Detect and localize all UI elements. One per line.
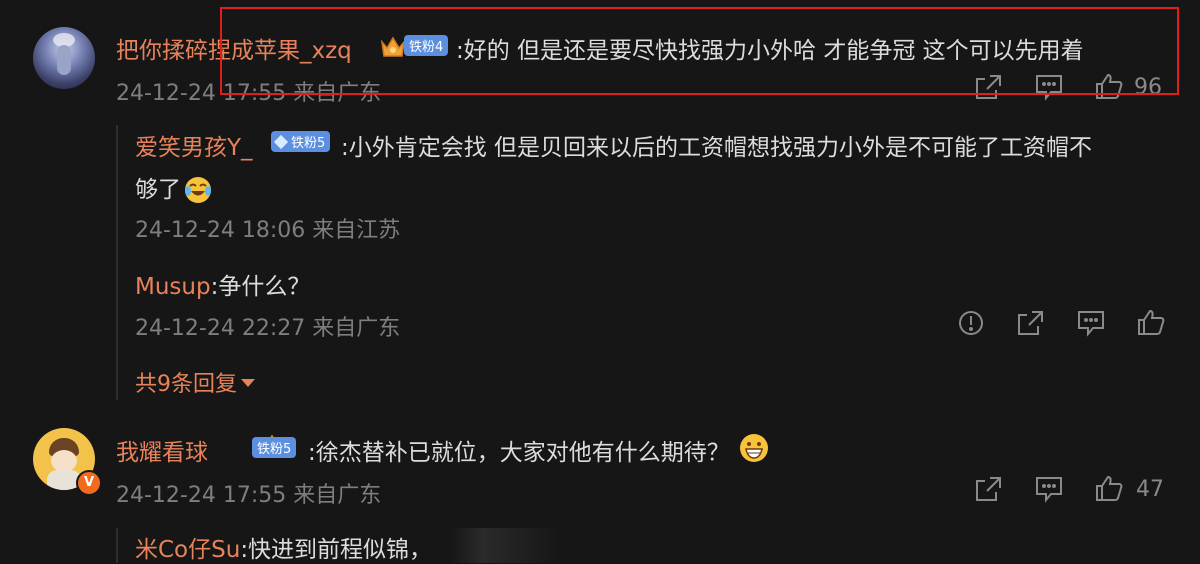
like-icon[interactable] — [1136, 308, 1166, 336]
comment-text: :徐杰替补已就位，大家对他有什么期待？ — [308, 433, 770, 473]
like-icon[interactable] — [1094, 474, 1124, 502]
reply-line: 米Co仔Su:快进到前程似锦， — [135, 530, 432, 564]
share-icon[interactable] — [1016, 309, 1046, 337]
fan-badge: 铁粉5 — [252, 437, 297, 458]
comment-username[interactable]: 我耀看球 — [116, 433, 208, 467]
reply-username[interactable]: 米Co仔Su — [135, 537, 240, 563]
reply-timestamp: 24-12-24 18:06 来自江苏 — [135, 218, 401, 243]
emoji-grin — [738, 432, 770, 470]
reply-username[interactable]: Musup — [135, 274, 211, 300]
comment-icon[interactable] — [1034, 475, 1064, 503]
fan-badge: 铁粉5 — [271, 131, 331, 152]
verified-badge-icon: V — [76, 470, 102, 496]
reply-text: :争什么？ — [210, 274, 311, 300]
caret-down-icon — [241, 379, 255, 387]
diamond-icon — [273, 134, 289, 149]
avatar[interactable] — [33, 27, 95, 89]
share-icon[interactable] — [974, 475, 1004, 503]
report-icon[interactable] — [957, 309, 985, 337]
reply-line: Musup:争什么？ — [135, 267, 310, 301]
more-replies-link[interactable]: 共9条回复 — [135, 366, 255, 398]
reply-text: :小外肯定会找 但是贝回来以后的工资帽想找强力小外是不可能了工资帽不 — [341, 135, 1093, 161]
emoji-laugh-cry — [183, 175, 213, 211]
reply-text: :快进到前程似锦， — [240, 537, 433, 563]
highlight-box — [220, 7, 1179, 95]
like-count: 47 — [1136, 477, 1164, 502]
reply-timestamp: 24-12-24 22:27 来自广东 — [135, 316, 401, 341]
comment-icon[interactable] — [1076, 309, 1106, 337]
thread-line — [116, 528, 118, 563]
loading-overlay — [450, 528, 560, 563]
thread-line — [116, 125, 118, 400]
comment-timestamp: 24-12-24 17:55 来自广东 — [116, 483, 382, 508]
reply-username[interactable]: 爱笑男孩Y_ — [135, 128, 253, 162]
reply-text-cont: 够了 — [135, 170, 213, 209]
